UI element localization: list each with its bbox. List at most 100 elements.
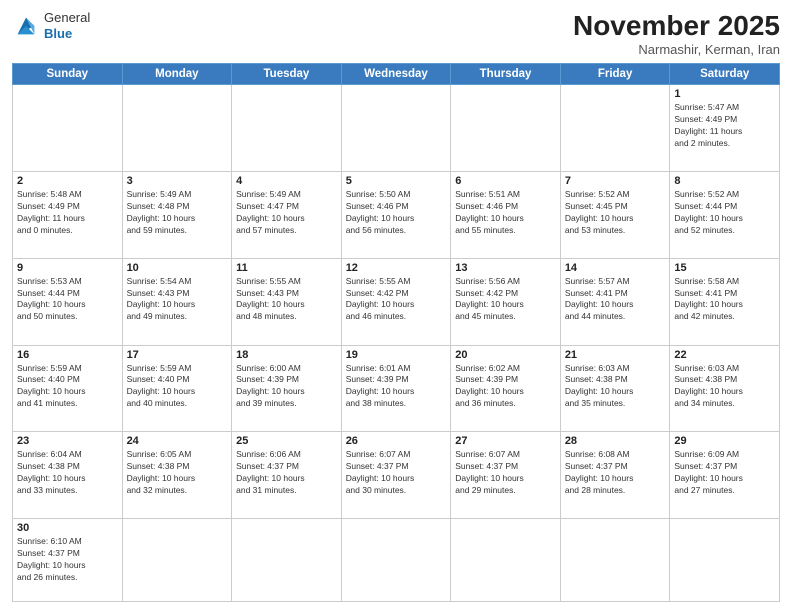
- calendar-cell: 8 Sunrise: 5:52 AMSunset: 4:44 PMDaylight…: [670, 171, 780, 258]
- calendar-cell: 7Sunrise: 5:52 AMSunset: 4:45 PMDaylight…: [560, 171, 670, 258]
- day-number: 21: [565, 349, 666, 361]
- day-number: 25: [236, 435, 337, 447]
- calendar-cell: [670, 519, 780, 602]
- day-info: Sunrise: 6:02 AMSunset: 4:39 PMDaylight:…: [455, 363, 556, 411]
- day-info: Sunrise: 5:49 AMSunset: 4:47 PMDaylight:…: [236, 189, 337, 237]
- day-info: Sunrise: 5:57 AMSunset: 4:41 PMDaylight:…: [565, 276, 666, 324]
- calendar-cell: [122, 85, 232, 172]
- calendar-cell: 9 Sunrise: 5:53 AMSunset: 4:44 PMDaylight…: [13, 258, 123, 345]
- day-info: Sunrise: 6:03 AMSunset: 4:38 PMDaylight:…: [565, 363, 666, 411]
- day-info: Sunrise: 5:48 AMSunset: 4:49 PMDaylight:…: [17, 189, 118, 237]
- day-number: 10: [127, 262, 228, 274]
- day-info: Sunrise: 6:03 AMSunset: 4:38 PMDaylight:…: [674, 363, 775, 411]
- day-info: Sunrise: 6:08 AMSunset: 4:37 PMDaylight:…: [565, 449, 666, 497]
- calendar-cell: 13Sunrise: 5:56 AMSunset: 4:42 PMDayligh…: [451, 258, 561, 345]
- weekday-header: Wednesday: [341, 64, 451, 85]
- calendar-cell: 2 Sunrise: 5:48 AMSunset: 4:49 PMDaylight…: [13, 171, 123, 258]
- day-info: Sunrise: 5:59 AMSunset: 4:40 PMDaylight:…: [17, 363, 118, 411]
- day-info: Sunrise: 5:54 AMSunset: 4:43 PMDaylight:…: [127, 276, 228, 324]
- logo-icon: [12, 12, 40, 40]
- day-number: 8: [674, 175, 775, 187]
- day-info: Sunrise: 5:55 AMSunset: 4:43 PMDaylight:…: [236, 276, 337, 324]
- calendar-week-row: 1 Sunrise: 5:47 AMSunset: 4:49 PMDaylight…: [13, 85, 780, 172]
- calendar-cell: 30 Sunrise: 6:10 AMSunset: 4:37 PMDayligh…: [13, 519, 123, 602]
- calendar-cell: [451, 519, 561, 602]
- calendar-header-row: SundayMondayTuesdayWednesdayThursdayFrid…: [13, 64, 780, 85]
- day-info: Sunrise: 5:55 AMSunset: 4:42 PMDaylight:…: [346, 276, 447, 324]
- day-info: Sunrise: 5:52 AMSunset: 4:45 PMDaylight:…: [565, 189, 666, 237]
- calendar-cell: 1 Sunrise: 5:47 AMSunset: 4:49 PMDaylight…: [670, 85, 780, 172]
- calendar-cell: 20Sunrise: 6:02 AMSunset: 4:39 PMDayligh…: [451, 345, 561, 432]
- day-number: 19: [346, 349, 447, 361]
- day-info: Sunrise: 5:51 AMSunset: 4:46 PMDaylight:…: [455, 189, 556, 237]
- calendar-cell: [451, 85, 561, 172]
- day-number: 3: [127, 175, 228, 187]
- day-info: Sunrise: 5:53 AMSunset: 4:44 PMDaylight:…: [17, 276, 118, 324]
- day-number: 1: [674, 88, 775, 100]
- calendar-cell: [341, 85, 451, 172]
- calendar-cell: [13, 85, 123, 172]
- calendar-cell: 29Sunrise: 6:09 AMSunset: 4:37 PMDayligh…: [670, 432, 780, 519]
- calendar-cell: 28 Sunrise: 6:08 AMSunset: 4:37 PMDayligh…: [560, 432, 670, 519]
- calendar-cell: 19 Sunrise: 6:01 AMSunset: 4:39 PMDayligh…: [341, 345, 451, 432]
- day-info: Sunrise: 5:50 AMSunset: 4:46 PMDaylight:…: [346, 189, 447, 237]
- calendar-cell: 16 Sunrise: 5:59 AMSunset: 4:40 PMDayligh…: [13, 345, 123, 432]
- weekday-header: Monday: [122, 64, 232, 85]
- calendar-cell: 12 Sunrise: 5:55 AMSunset: 4:42 PMDayligh…: [341, 258, 451, 345]
- calendar-cell: 14 Sunrise: 5:57 AMSunset: 4:41 PMDayligh…: [560, 258, 670, 345]
- day-number: 14: [565, 262, 666, 274]
- calendar-cell: 11Sunrise: 5:55 AMSunset: 4:43 PMDayligh…: [232, 258, 342, 345]
- day-info: Sunrise: 5:47 AMSunset: 4:49 PMDaylight:…: [674, 102, 775, 150]
- day-info: Sunrise: 6:07 AMSunset: 4:37 PMDaylight:…: [455, 449, 556, 497]
- day-number: 16: [17, 349, 118, 361]
- calendar-week-row: 30 Sunrise: 6:10 AMSunset: 4:37 PMDayligh…: [13, 519, 780, 602]
- calendar-cell: 5Sunrise: 5:50 AMSunset: 4:46 PMDaylight…: [341, 171, 451, 258]
- calendar-cell: 17Sunrise: 5:59 AMSunset: 4:40 PMDayligh…: [122, 345, 232, 432]
- day-info: Sunrise: 6:04 AMSunset: 4:38 PMDaylight:…: [17, 449, 118, 497]
- day-number: 26: [346, 435, 447, 447]
- page: General Blue November 2025 Narmashir, Ke…: [0, 0, 792, 612]
- day-number: 13: [455, 262, 556, 274]
- day-info: Sunrise: 5:52 AMSunset: 4:44 PMDaylight:…: [674, 189, 775, 237]
- day-number: 22: [674, 349, 775, 361]
- calendar-week-row: 23 Sunrise: 6:04 AMSunset: 4:38 PMDayligh…: [13, 432, 780, 519]
- day-number: 29: [674, 435, 775, 447]
- calendar-cell: 6 Sunrise: 5:51 AMSunset: 4:46 PMDaylight…: [451, 171, 561, 258]
- header: General Blue November 2025 Narmashir, Ke…: [12, 10, 780, 57]
- calendar-cell: 18Sunrise: 6:00 AMSunset: 4:39 PMDayligh…: [232, 345, 342, 432]
- day-number: 9: [17, 262, 118, 274]
- month-title: November 2025: [573, 10, 780, 42]
- day-number: 23: [17, 435, 118, 447]
- location: Narmashir, Kerman, Iran: [573, 42, 780, 57]
- calendar-table: SundayMondayTuesdayWednesdayThursdayFrid…: [12, 63, 780, 602]
- calendar-cell: 24Sunrise: 6:05 AMSunset: 4:38 PMDayligh…: [122, 432, 232, 519]
- calendar-cell: 15Sunrise: 5:58 AMSunset: 4:41 PMDayligh…: [670, 258, 780, 345]
- day-number: 2: [17, 175, 118, 187]
- day-number: 6: [455, 175, 556, 187]
- logo-general: General: [44, 10, 90, 26]
- calendar-cell: [341, 519, 451, 602]
- calendar-cell: 22 Sunrise: 6:03 AMSunset: 4:38 PMDayligh…: [670, 345, 780, 432]
- logo-blue: Blue: [44, 26, 72, 41]
- day-number: 12: [346, 262, 447, 274]
- weekday-header: Friday: [560, 64, 670, 85]
- weekday-header: Sunday: [13, 64, 123, 85]
- weekday-header: Saturday: [670, 64, 780, 85]
- day-number: 24: [127, 435, 228, 447]
- calendar-cell: [560, 85, 670, 172]
- day-info: Sunrise: 6:01 AMSunset: 4:39 PMDaylight:…: [346, 363, 447, 411]
- calendar-cell: 27 Sunrise: 6:07 AMSunset: 4:37 PMDayligh…: [451, 432, 561, 519]
- day-number: 27: [455, 435, 556, 447]
- day-number: 30: [17, 522, 118, 534]
- calendar-cell: 3Sunrise: 5:49 AMSunset: 4:48 PMDaylight…: [122, 171, 232, 258]
- calendar-week-row: 9 Sunrise: 5:53 AMSunset: 4:44 PMDaylight…: [13, 258, 780, 345]
- calendar-cell: [232, 519, 342, 602]
- day-info: Sunrise: 6:10 AMSunset: 4:37 PMDaylight:…: [17, 536, 118, 584]
- calendar-week-row: 2 Sunrise: 5:48 AMSunset: 4:49 PMDaylight…: [13, 171, 780, 258]
- calendar-cell: 25Sunrise: 6:06 AMSunset: 4:37 PMDayligh…: [232, 432, 342, 519]
- calendar-cell: [560, 519, 670, 602]
- day-info: Sunrise: 5:58 AMSunset: 4:41 PMDaylight:…: [674, 276, 775, 324]
- weekday-header: Tuesday: [232, 64, 342, 85]
- day-number: 28: [565, 435, 666, 447]
- calendar-cell: 21 Sunrise: 6:03 AMSunset: 4:38 PMDayligh…: [560, 345, 670, 432]
